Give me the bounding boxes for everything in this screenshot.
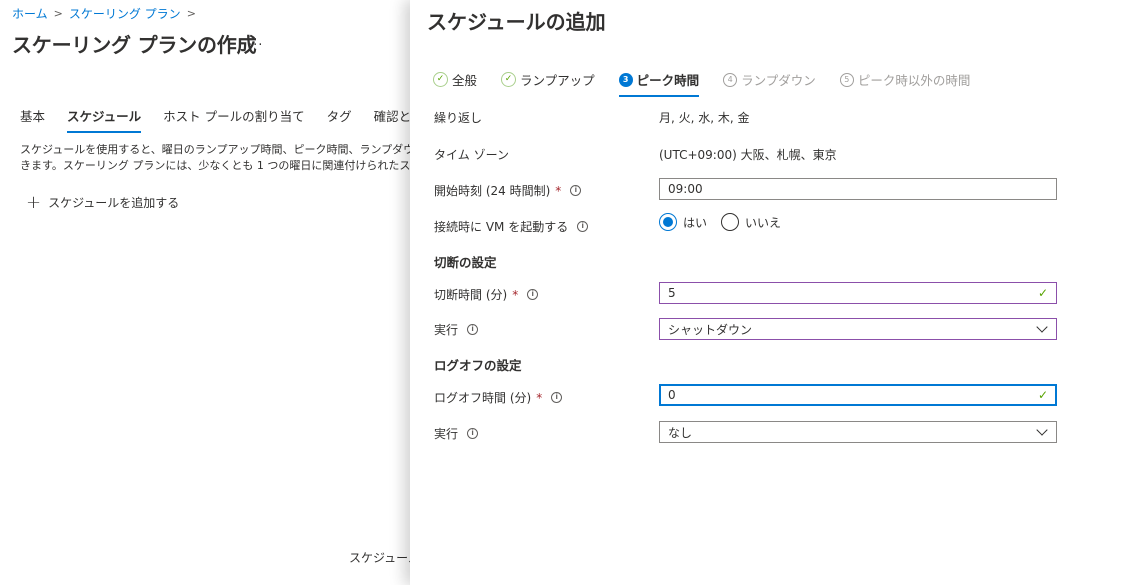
required-marker: * xyxy=(512,287,519,302)
step-number: 3 xyxy=(618,72,633,87)
plus-icon: + xyxy=(26,191,42,213)
step-label: ピーク時以外の時間 xyxy=(857,73,971,88)
logoff-time-label: ログオフ時間 (分) * i xyxy=(434,389,563,406)
logoff-action-dropdown[interactable]: なし xyxy=(659,421,1057,443)
required-marker: * xyxy=(555,183,562,198)
start-vm-radio-group: はい いいえ xyxy=(659,213,781,231)
disconnect-time-input[interactable]: 5 ✓ xyxy=(659,282,1057,304)
checkmark-icon: ✓ xyxy=(1037,286,1048,300)
logoff-action-label: 実行 i xyxy=(434,425,479,442)
add-schedule-panel: スケジュールの追加 ✓ 全般 ✓ ランプアップ 3 ピーク時間 4 ランプダウン… xyxy=(410,0,1138,585)
panel-title: スケジュールの追加 xyxy=(427,10,606,34)
chevron-right-icon: > xyxy=(186,7,196,20)
breadcrumb: ホーム > スケーリング プラン > xyxy=(12,5,196,22)
tab-schedules[interactable]: スケジュール xyxy=(67,106,142,133)
timezone-value: (UTC+09:00) 大阪、札幌、東京 xyxy=(659,148,837,162)
start-time-label-text: 開始時刻 (24 時間制) xyxy=(434,184,551,198)
radio-label: いいえ xyxy=(745,215,782,230)
wizard-steps: ✓ 全般 ✓ ランプアップ 3 ピーク時間 4 ランプダウン 5 ピーク時以外の… xyxy=(433,70,971,97)
tab-review-create[interactable]: 確認と作成 xyxy=(374,106,410,133)
add-schedule-button[interactable]: + スケジュールを追加する xyxy=(26,191,180,213)
breadcrumb-home[interactable]: ホーム xyxy=(12,5,48,22)
checkmark-icon: ✓ xyxy=(433,72,448,87)
radio-label: はい xyxy=(683,215,708,230)
chevron-down-icon xyxy=(1036,426,1048,438)
step-label: ランプアップ xyxy=(520,73,595,88)
info-icon[interactable]: i xyxy=(527,289,539,300)
radio-selected-icon xyxy=(659,213,677,231)
timezone-label: タイム ゾーン xyxy=(434,146,509,163)
step-peak-hours[interactable]: 3 ピーク時間 xyxy=(618,70,700,97)
background-page: ホーム > スケーリング プラン > スケーリング プランの作成 ... 基本 … xyxy=(0,0,410,585)
disconnect-section-title: 切断の設定 xyxy=(434,255,497,270)
disconnect-time-label: 切断時間 (分) * i xyxy=(434,286,539,303)
timezone-label-text: タイム ゾーン xyxy=(434,148,509,162)
disconnect-action-label: 実行 i xyxy=(434,321,479,338)
step-number: 5 xyxy=(839,72,854,87)
step-ramp-up[interactable]: ✓ ランプアップ xyxy=(501,70,595,95)
logoff-action-label-text: 実行 xyxy=(434,427,459,441)
chevron-right-icon: > xyxy=(53,7,63,20)
page-title: スケーリング プランの作成 xyxy=(12,33,257,57)
description-line: きます。スケーリング プランには、少なくとも 1 つの曜日に関連付けられたスケジ… xyxy=(20,159,410,172)
tab-basics[interactable]: 基本 xyxy=(20,106,45,133)
add-schedule-label: スケジュールを追加する xyxy=(48,196,180,210)
checkmark-icon: ✓ xyxy=(1037,388,1048,402)
logoff-time-value: 0 xyxy=(668,388,676,402)
step-label: ランプダウン xyxy=(741,73,816,88)
step-off-peak-hours: 5 ピーク時以外の時間 xyxy=(839,70,971,95)
schedule-description: スケジュールを使用すると、曜日のランプアップ時間、ピーク時間、ランプダウン時間、… xyxy=(20,142,410,174)
tab-host-pool-assignment[interactable]: ホスト プールの割り当て xyxy=(163,106,304,133)
logoff-time-label-text: ログオフ時間 (分) xyxy=(434,391,532,405)
disconnect-time-value: 5 xyxy=(668,286,676,300)
start-time-label: 開始時刻 (24 時間制) * i xyxy=(434,182,582,199)
step-general[interactable]: ✓ 全般 xyxy=(433,70,477,95)
info-icon[interactable]: i xyxy=(467,428,479,439)
step-label: 全般 xyxy=(452,73,478,88)
create-tabs: 基本 スケジュール ホスト プールの割り当て タグ 確認と作成 xyxy=(20,106,410,133)
start-vm-yes-radio[interactable]: はい xyxy=(659,213,707,231)
required-marker: * xyxy=(536,390,543,405)
tab-tags[interactable]: タグ xyxy=(327,106,352,133)
repeat-value: 月, 火, 水, 木, 金 xyxy=(659,111,750,125)
info-icon[interactable]: i xyxy=(570,185,582,196)
info-icon[interactable]: i xyxy=(577,221,589,232)
chevron-down-icon xyxy=(1036,323,1048,335)
schedule-footer-text: スケジュールを xyxy=(349,551,410,565)
breadcrumb-scaling-plan[interactable]: スケーリング プラン xyxy=(69,5,181,22)
repeat-label: 繰り返し xyxy=(434,109,482,126)
info-icon[interactable]: i xyxy=(551,392,563,403)
step-label: ピーク時間 xyxy=(636,73,700,88)
logoff-time-input[interactable]: 0 ✓ xyxy=(659,384,1057,406)
step-number: 4 xyxy=(723,72,738,87)
start-time-value: 09:00 xyxy=(668,182,703,196)
disconnect-action-value: シャットダウン xyxy=(668,322,753,337)
repeat-label-text: 繰り返し xyxy=(434,111,483,125)
disconnect-action-dropdown[interactable]: シャットダウン xyxy=(659,318,1057,340)
step-ramp-down: 4 ランプダウン xyxy=(723,70,816,95)
more-options-button[interactable]: ... xyxy=(248,34,263,49)
description-line: スケジュールを使用すると、曜日のランプアップ時間、ピーク時間、ランプダウン時間、… xyxy=(20,143,410,156)
checkmark-icon: ✓ xyxy=(501,72,517,87)
logoff-action-value: なし xyxy=(668,425,693,440)
start-time-input[interactable]: 09:00 xyxy=(659,178,1057,200)
disconnect-time-label-text: 切断時間 (分) xyxy=(434,288,508,302)
radio-unselected-icon xyxy=(721,213,740,231)
info-icon[interactable]: i xyxy=(467,324,479,335)
start-vm-label: 接続時に VM を起動する i xyxy=(434,218,589,235)
start-vm-label-text: 接続時に VM を起動する xyxy=(434,220,569,234)
logoff-section-title: ログオフの設定 xyxy=(434,358,522,373)
start-vm-no-radio[interactable]: いいえ xyxy=(721,213,781,231)
disconnect-action-label-text: 実行 xyxy=(434,323,459,337)
